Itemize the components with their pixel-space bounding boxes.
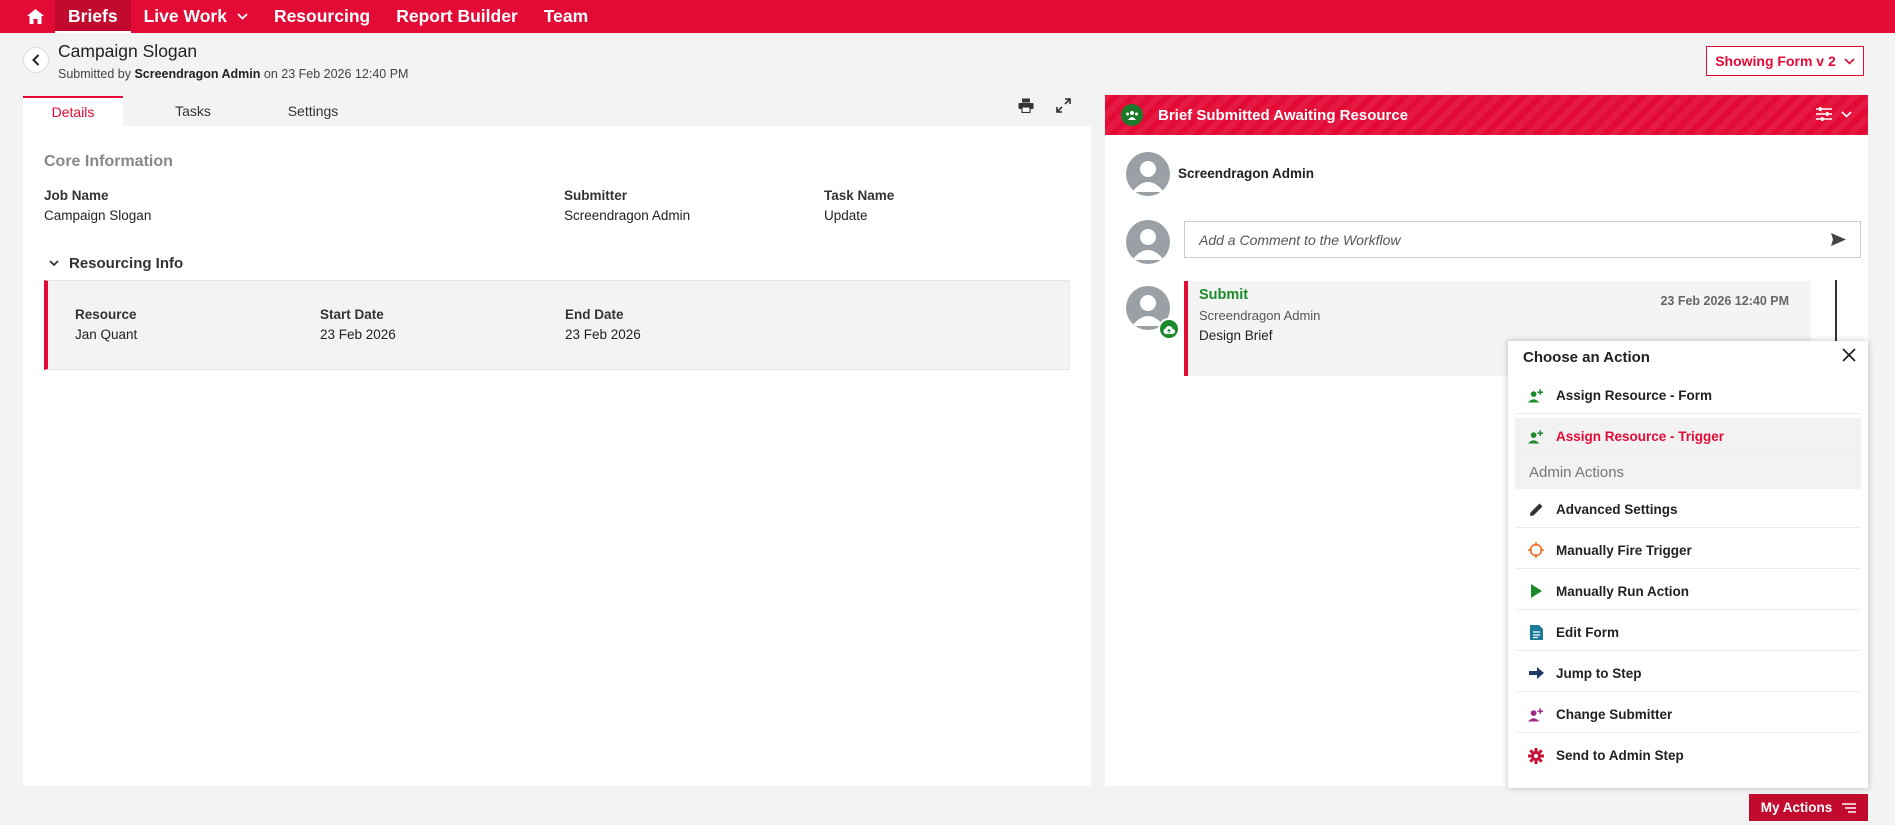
submitted-by: Screendragon Admin	[134, 67, 261, 81]
task-name-value: Update	[824, 208, 868, 223]
avatar	[1126, 152, 1170, 196]
top-navigation: Briefs Live Work Resourcing Report Build…	[0, 0, 1895, 33]
resource-label: Resource	[75, 307, 137, 322]
avatar	[1126, 220, 1170, 264]
tab-tools	[1018, 98, 1071, 113]
resourcing-box: Resource Jan Quant Start Date 23 Feb 202…	[44, 280, 1070, 370]
my-actions-button[interactable]: My Actions	[1749, 794, 1868, 821]
menu-lines-icon	[1842, 802, 1857, 813]
tab-details[interactable]: Details	[23, 96, 123, 126]
submitter-value: Screendragon Admin	[564, 208, 691, 223]
action-label: Manually Fire Trigger	[1556, 542, 1692, 558]
end-date-label: End Date	[565, 307, 624, 322]
nav-report-builder[interactable]: Report Builder	[383, 0, 531, 33]
log-timestamp: 23 Feb 2026 12:40 PM	[1660, 294, 1789, 308]
gear-icon	[1528, 747, 1544, 764]
resourcing-toggle[interactable]: Resourcing Info	[49, 255, 183, 272]
workflow-tools[interactable]	[1815, 106, 1852, 122]
page-title: Campaign Slogan	[58, 41, 198, 61]
chevron-down-icon	[49, 260, 59, 267]
nav-live-work-label: Live Work	[143, 6, 227, 26]
job-name-label: Job Name	[44, 188, 109, 203]
action-label: Jump to Step	[1556, 665, 1642, 681]
crosshair-icon	[1528, 542, 1544, 558]
pencil-icon	[1528, 501, 1544, 517]
action-advanced-settings[interactable]: Advanced Settings	[1515, 491, 1861, 528]
action-manually-fire-trigger[interactable]: Manually Fire Trigger	[1515, 532, 1861, 569]
end-date-value: 23 Feb 2026	[565, 327, 641, 342]
user-plus-icon	[1528, 387, 1544, 403]
action-jump-to-step[interactable]: Jump to Step	[1515, 655, 1861, 692]
resourcing-title: Resourcing Info	[69, 255, 184, 272]
nav-resourcing[interactable]: Resourcing	[261, 0, 383, 33]
user-plus-icon	[1528, 706, 1544, 722]
workflow-user-name: Screendragon Admin	[1178, 166, 1315, 181]
form-version-dropdown[interactable]: Showing Form v 2	[1706, 46, 1864, 76]
chevron-down-icon	[237, 13, 248, 20]
chevron-down-icon	[1844, 57, 1855, 65]
choose-action-popup: Choose an Action Assign Resource - Form …	[1508, 341, 1868, 788]
popup-title: Choose an Action	[1523, 349, 1650, 366]
timeline-line	[1835, 280, 1837, 350]
task-name-label: Task Name	[824, 188, 895, 203]
cloud-upload-icon	[1158, 318, 1180, 340]
print-icon[interactable]	[1018, 98, 1034, 113]
comment-placeholder: Add a Comment to the Workflow	[1199, 231, 1401, 248]
action-label: Advanced Settings	[1556, 501, 1678, 517]
action-edit-form[interactable]: Edit Form	[1515, 614, 1861, 651]
log-action-title: Submit	[1199, 287, 1249, 303]
user-plus-icon	[1528, 428, 1544, 444]
action-label: Assign Resource - Form	[1556, 387, 1713, 403]
detail-tabs: Details Tasks Settings	[23, 96, 1091, 126]
core-info-title: Core Information	[44, 153, 173, 170]
my-actions-label: My Actions	[1760, 800, 1833, 815]
submitter-label: Submitter	[564, 188, 628, 203]
action-label: Manually Run Action	[1556, 583, 1690, 599]
send-icon[interactable]	[1831, 233, 1846, 246]
close-icon[interactable]	[1842, 348, 1856, 362]
home-icon	[27, 9, 44, 24]
expand-icon[interactable]	[1056, 98, 1071, 113]
submitted-prefix: Submitted by	[58, 67, 131, 81]
tab-settings[interactable]: Settings	[263, 96, 363, 126]
chevron-left-icon	[32, 54, 40, 66]
chevron-down-icon	[1841, 110, 1852, 118]
action-label: Send to Admin Step	[1556, 748, 1684, 763]
admin-actions-heading: Admin Actions	[1515, 455, 1861, 489]
submitted-on: on 23 Feb 2026 12:40 PM	[263, 67, 409, 81]
resource-value: Jan Quant	[75, 327, 138, 342]
workflow-status-title: Brief Submitted Awaiting Resource	[1158, 106, 1409, 124]
action-label: Assign Resource - Trigger	[1556, 428, 1725, 444]
action-label: Edit Form	[1556, 624, 1619, 640]
submitted-info: Submitted by Screendragon Admin on 23 Fe…	[58, 67, 408, 81]
comment-input[interactable]: Add a Comment to the Workflow	[1184, 221, 1861, 258]
action-change-submitter[interactable]: Change Submitter	[1515, 696, 1861, 733]
action-manually-run-action[interactable]: Manually Run Action	[1515, 573, 1861, 610]
arrow-right-icon	[1528, 665, 1544, 681]
nav-briefs[interactable]: Briefs	[55, 0, 131, 33]
action-assign-resource-form[interactable]: Assign Resource - Form	[1515, 377, 1861, 414]
start-date-label: Start Date	[320, 307, 384, 322]
nav-team[interactable]: Team	[531, 0, 601, 33]
tab-tasks[interactable]: Tasks	[143, 96, 243, 126]
form-icon	[1528, 624, 1544, 640]
group-icon	[1121, 104, 1143, 126]
nav-live-work[interactable]: Live Work	[131, 0, 261, 33]
details-panel: Core Information Job Name Campaign Sloga…	[23, 126, 1091, 786]
play-icon	[1528, 583, 1544, 599]
form-version-label: Showing Form v 2	[1715, 53, 1836, 69]
action-assign-resource-trigger[interactable]: Assign Resource - Trigger	[1515, 418, 1861, 455]
filter-sliders-icon	[1816, 107, 1832, 121]
log-description: Design Brief	[1199, 328, 1273, 343]
back-button[interactable]	[23, 47, 49, 73]
workflow-status-header: Brief Submitted Awaiting Resource	[1105, 95, 1868, 135]
log-user: Screendragon Admin	[1199, 308, 1321, 323]
job-name-value: Campaign Slogan	[44, 208, 152, 223]
action-send-to-admin-step[interactable]: Send to Admin Step	[1515, 737, 1861, 774]
action-label: Change Submitter	[1556, 706, 1673, 722]
start-date-value: 23 Feb 2026	[320, 327, 396, 342]
home-button[interactable]	[0, 0, 44, 33]
